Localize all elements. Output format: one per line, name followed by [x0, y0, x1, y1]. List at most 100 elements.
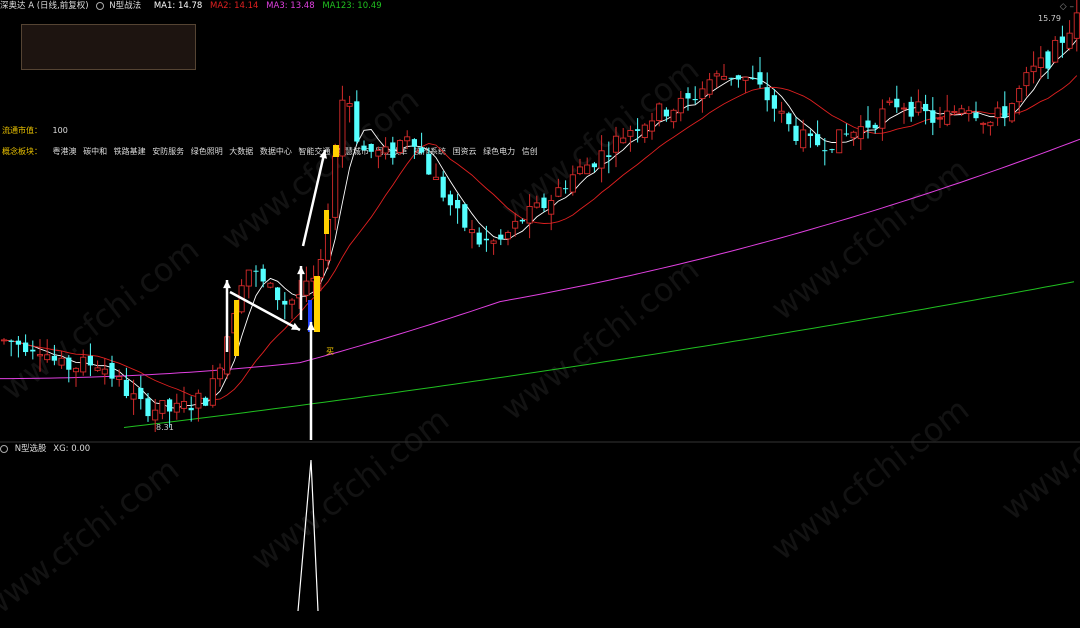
candle-body [1052, 39, 1059, 63]
candle-body [994, 107, 1001, 119]
candle-body [951, 110, 958, 113]
candle-body [80, 356, 87, 373]
candle-body [1023, 72, 1030, 87]
candle-body [829, 149, 835, 151]
sub-panel-header: N型选股 XG: 0.00 [0, 443, 94, 455]
candle-body [303, 280, 310, 296]
candle-body [116, 376, 123, 380]
candle-body [980, 122, 987, 125]
candle-body [663, 109, 669, 117]
candle-body [706, 79, 713, 95]
candle-body [627, 130, 634, 137]
candle-body [512, 220, 519, 229]
candle-body [843, 133, 849, 135]
candle-body [793, 125, 799, 141]
candle-body [94, 367, 101, 371]
candle-body [368, 143, 374, 152]
candle-body [404, 136, 411, 142]
candle-body [685, 93, 691, 99]
candle-body [447, 194, 453, 206]
candle-body [173, 402, 180, 413]
candle-body [612, 135, 620, 153]
candle-body [850, 131, 857, 139]
ma1-line [3, 39, 1078, 409]
candle-body [541, 197, 547, 209]
candle-body [648, 120, 656, 132]
candle-body [30, 349, 36, 352]
candle-body [411, 139, 417, 147]
candle-body [188, 407, 194, 411]
candle-body [1073, 12, 1080, 39]
candle-body [346, 103, 353, 107]
candle-body [865, 120, 871, 128]
candle-body [1030, 65, 1037, 73]
candle-body [253, 270, 259, 272]
candle-body [44, 354, 51, 361]
candle-body [677, 97, 684, 114]
xg-value: XG: 0.00 [53, 444, 91, 454]
candle-body [641, 124, 648, 139]
candle-body [426, 153, 432, 175]
candle-body [419, 147, 425, 153]
settings-circle-icon[interactable] [0, 444, 8, 453]
candle-body [786, 113, 792, 125]
candle-body [245, 269, 252, 287]
candle-body [576, 166, 584, 175]
candle-body [317, 259, 324, 279]
candle-body [152, 409, 159, 421]
candle-body [159, 400, 166, 414]
candle-body [620, 137, 627, 144]
candle-body [757, 72, 763, 85]
candle-body [923, 103, 929, 112]
candle-body [72, 367, 80, 373]
candle-body [36, 354, 44, 357]
candle-body [879, 108, 886, 129]
candle-body [332, 155, 339, 218]
signal-bar [314, 276, 320, 332]
arrow-up [301, 149, 327, 247]
candle-body [526, 206, 533, 224]
candle-body [569, 174, 576, 193]
candle-body [101, 368, 108, 375]
candle-body [1066, 32, 1073, 49]
candle-body [1008, 103, 1016, 122]
candle-body [282, 300, 288, 305]
candle-body [432, 176, 440, 180]
arrow-up-head [223, 280, 231, 289]
candle-body [209, 378, 216, 406]
sub-indicator-name[interactable]: N型选股 [15, 444, 47, 454]
candle-body [987, 121, 994, 127]
candle-body [109, 362, 115, 379]
candle-body [375, 149, 382, 157]
candle-body [713, 73, 720, 77]
arrow-up-head [297, 266, 305, 275]
candle-body [944, 110, 951, 125]
ma123-line [123, 281, 1075, 428]
low-price-label: 8.31 [156, 423, 174, 432]
candle-body [138, 387, 144, 400]
candle-body [51, 355, 57, 361]
signal-bar [324, 210, 329, 234]
candle-body [382, 146, 389, 154]
candle-body [857, 126, 864, 140]
candle-body [1016, 88, 1023, 103]
candle-body [872, 124, 878, 129]
candle-body [670, 109, 677, 123]
candle-body [563, 188, 569, 190]
candle-body [692, 99, 698, 101]
candlestick-chart[interactable] [0, 0, 1080, 611]
candle-body [548, 200, 555, 215]
candle-body [504, 232, 512, 240]
candle-body [699, 88, 706, 100]
high-price-label: 15.79 [1038, 14, 1061, 23]
candle-body [1045, 51, 1051, 69]
candle-body [973, 112, 979, 119]
candle-body [656, 103, 663, 122]
candle-body [145, 398, 151, 417]
candle-body [396, 140, 404, 153]
candle-body [1002, 106, 1008, 118]
candle-body [339, 99, 346, 157]
candle-body [778, 110, 785, 114]
signal-bar [333, 145, 339, 157]
buy-signal-label: 买 [326, 347, 334, 356]
